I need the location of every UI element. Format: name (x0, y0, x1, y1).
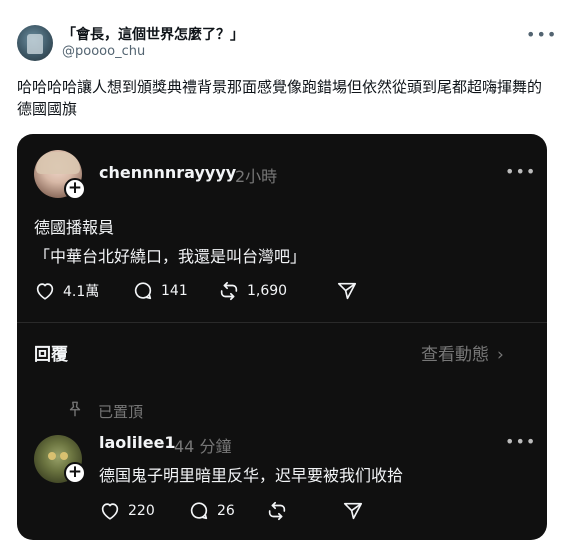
author-display-name[interactable]: 「會長，這個世界怎麼了？」 (62, 24, 244, 44)
post-more-icon: ••• (505, 162, 537, 181)
send-icon (337, 282, 357, 300)
follow-plus-icon: + (64, 178, 86, 200)
author-avatar[interactable] (17, 25, 53, 61)
heart-icon (36, 283, 54, 300)
post-timestamp: 2小時 (235, 167, 278, 186)
post-comment-action: 141 (132, 279, 188, 303)
post-like-action: 4.1萬 (34, 279, 99, 303)
reply-like-action: 220 (99, 499, 155, 523)
view-activity-link: 查看動態 › (421, 340, 504, 365)
reply-username: laolilee1 (99, 433, 176, 452)
repost-icon (268, 501, 286, 521)
more-options-icon[interactable]: ••• (526, 25, 557, 44)
pin-icon (69, 401, 81, 417)
reply-timestamp: 44 分鐘 (174, 437, 232, 456)
repost-icon (220, 281, 238, 301)
reply-more-icon: ••• (505, 432, 537, 451)
chevron-right-icon: › (497, 345, 504, 365)
embedded-image[interactable]: + chennnnrayyyy 2小時 ••• 德國播報員 「中華台北好繞口，我… (17, 134, 547, 540)
post-repost-count: 1,690 (247, 283, 288, 299)
post-username: chennnnrayyyy (99, 163, 237, 182)
reply-action-bar: 220 26 (99, 499, 399, 523)
view-activity-label: 查看動態 (421, 345, 489, 365)
reply-share-action (342, 499, 364, 523)
comment-icon (134, 282, 152, 300)
post-text-line-2: 「中華台北好繞口，我還是叫台灣吧」 (34, 247, 307, 266)
pinned-label: 已置頂 (98, 403, 144, 421)
post-comment-count: 141 (161, 283, 188, 299)
post-action-bar: 4.1萬 141 1,690 (34, 279, 514, 303)
divider (17, 322, 547, 323)
comment-icon (190, 502, 208, 520)
reply-repost-action (266, 499, 288, 523)
heart-icon (101, 503, 119, 520)
reply-text: 德国鬼子明里暗里反华，迟早要被我们收拾 (99, 466, 404, 485)
post-share-action (336, 279, 358, 303)
post-repost-action: 1,690 (218, 279, 287, 303)
tweet-text: 哈哈哈哈讓人想到頒獎典禮背景那面感覺像跑錯場但依然從頭到尾都超嗨揮舞的德國國旗 (17, 78, 543, 118)
reply-like-count: 220 (128, 503, 155, 519)
author-handle[interactable]: @poooo_chu (62, 44, 145, 59)
replies-heading: 回覆 (34, 345, 68, 365)
post-like-count: 4.1萬 (63, 284, 100, 300)
send-icon (343, 502, 363, 520)
follow-plus-icon: + (64, 462, 86, 484)
reply-comment-action: 26 (188, 499, 235, 523)
post-text-line-1: 德國播報員 (34, 218, 115, 237)
reply-comment-count: 26 (217, 503, 235, 519)
